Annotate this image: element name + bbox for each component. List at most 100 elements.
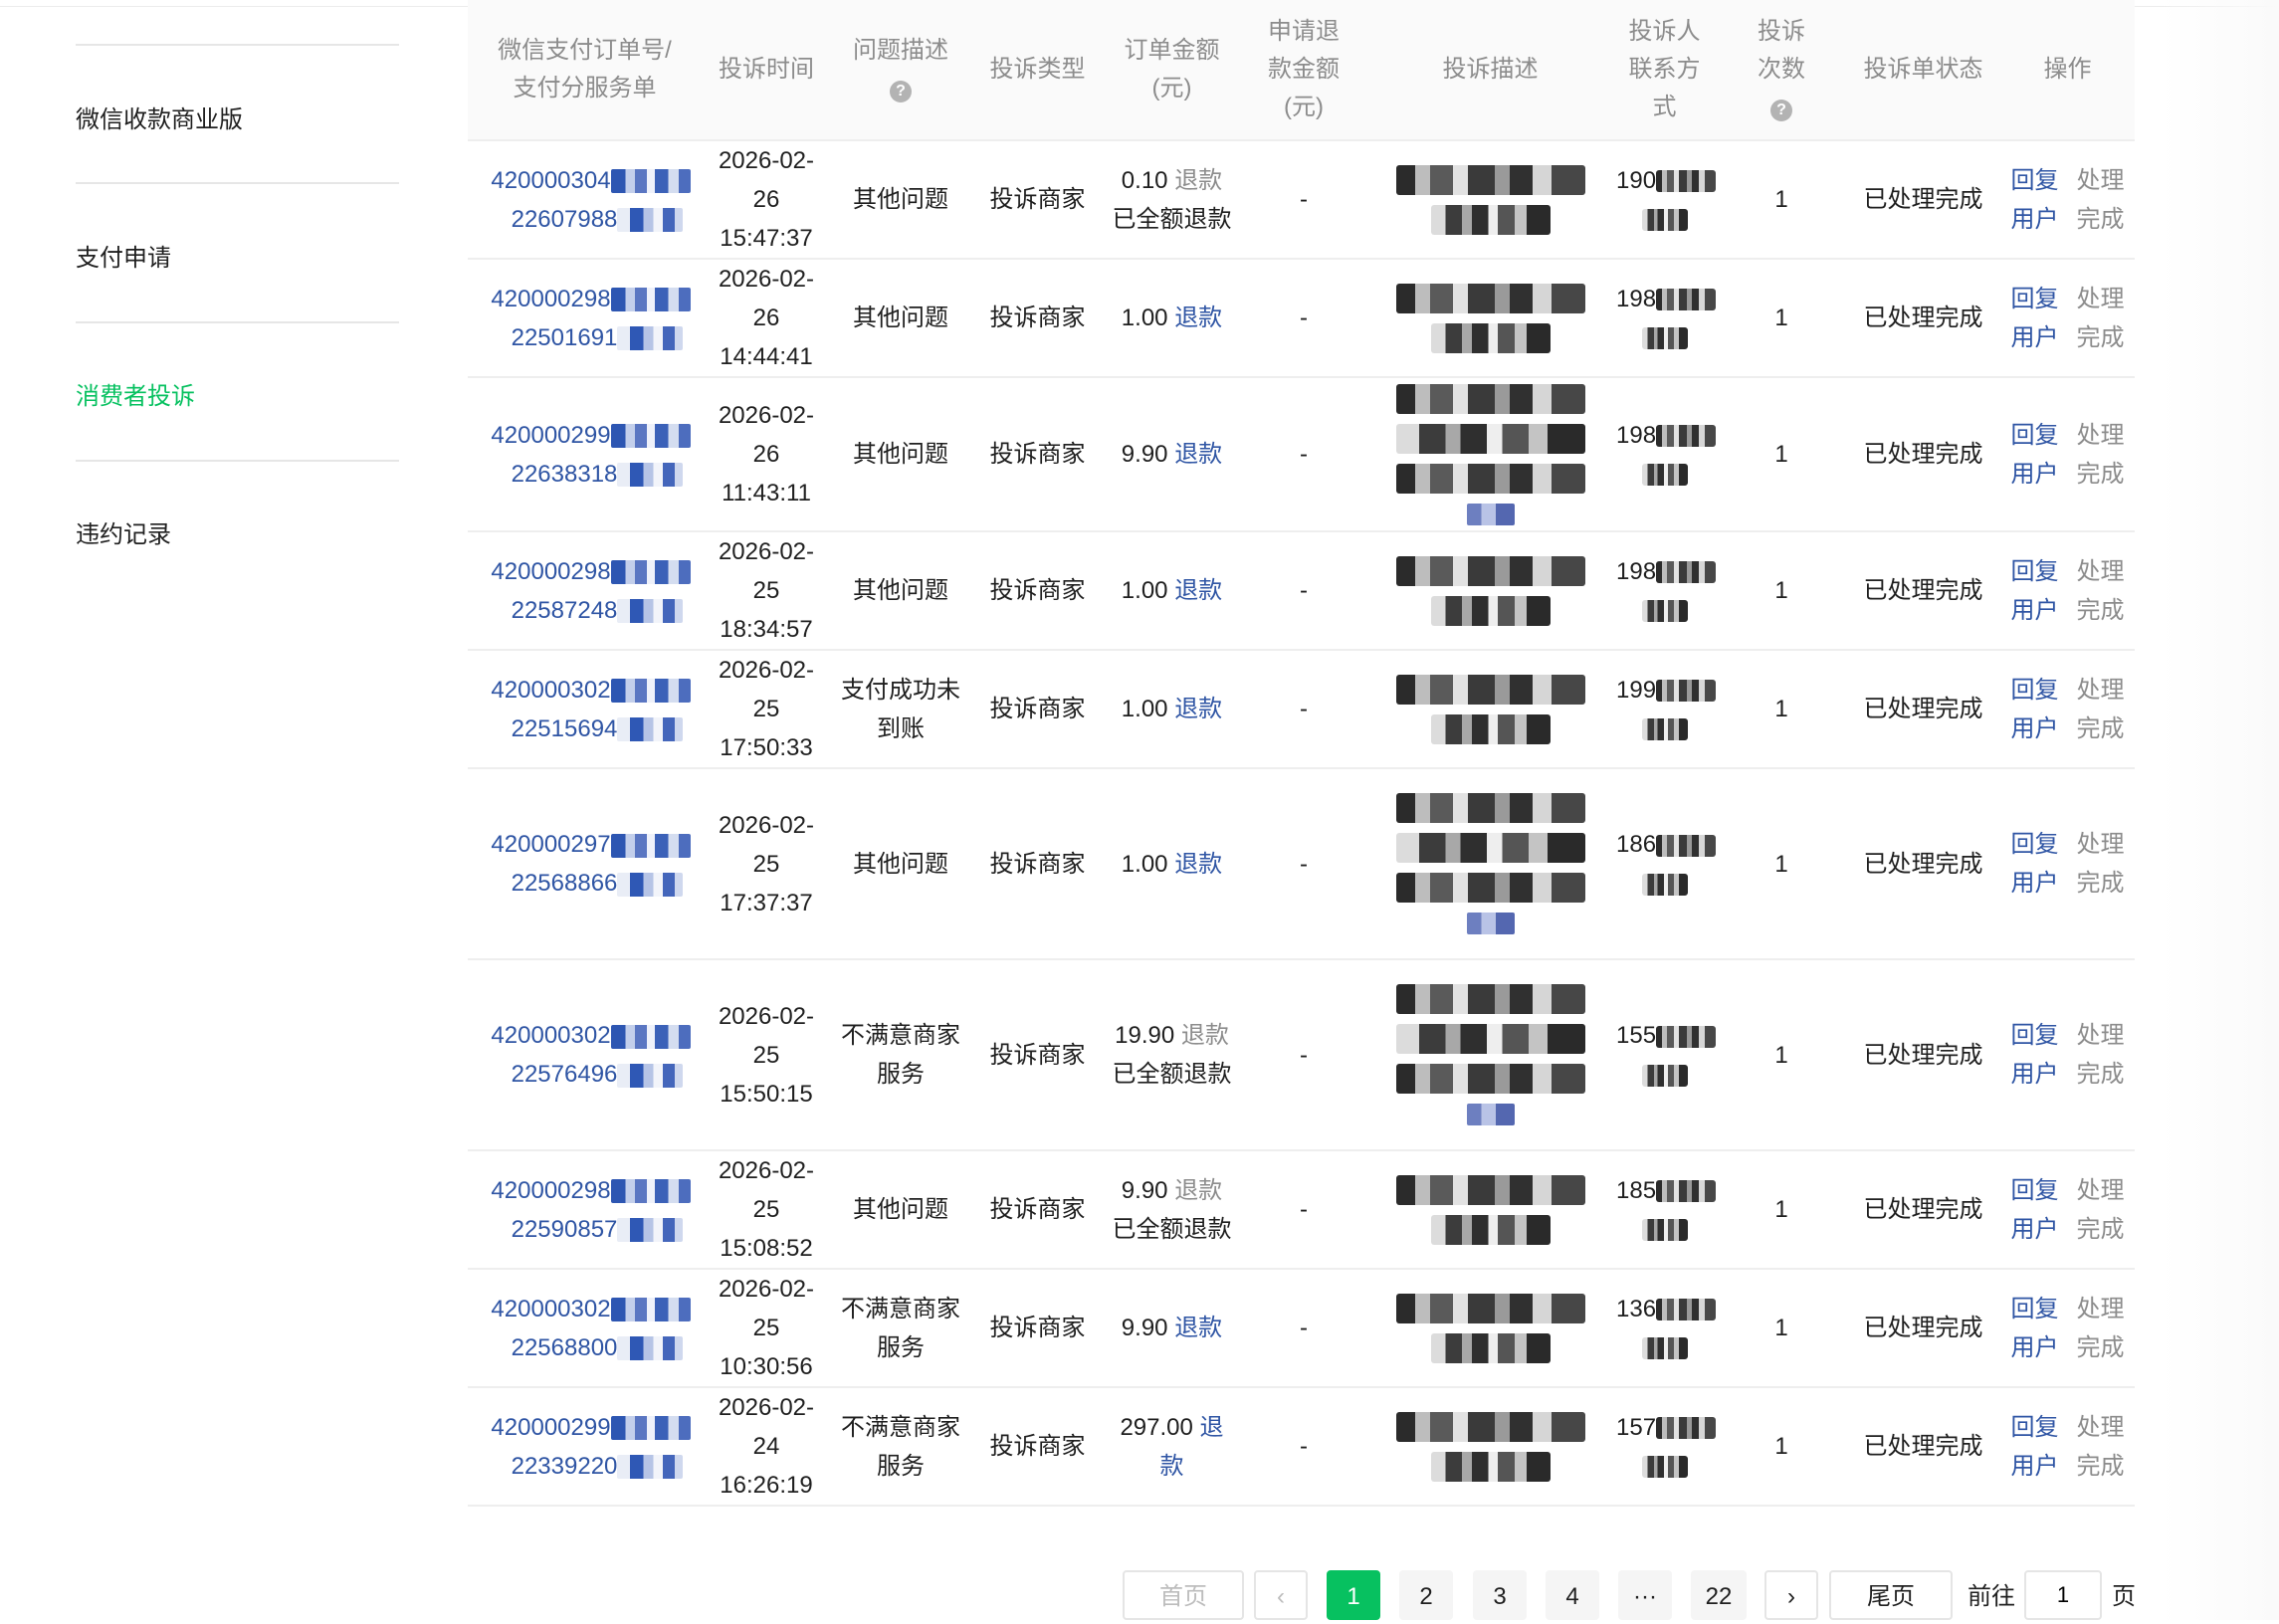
service-id-link[interactable]: 22339220 [512, 1453, 618, 1480]
reply-user-button[interactable]: 用户 [2011, 870, 2059, 897]
reply-user-button[interactable]: 回复 [2011, 1414, 2059, 1441]
order-id-link[interactable]: 420000304 [491, 167, 610, 194]
order-id-link[interactable]: 420000302 [491, 1296, 610, 1322]
order-id-link[interactable]: 420000298 [491, 558, 610, 585]
redacted-description [1395, 1024, 1585, 1054]
refund-link[interactable]: 退款 [1174, 304, 1222, 331]
pagination-first-button[interactable]: 首页 [1123, 1570, 1244, 1620]
pagination-ellipsis[interactable]: ··· [1618, 1570, 1672, 1620]
service-id-link[interactable]: 22638318 [512, 461, 618, 488]
sidebar-item-wechat-pay-business[interactable]: 微信收款商业版 [76, 100, 243, 134]
order-id-link[interactable]: 420000298 [491, 286, 610, 312]
refund-request-cell: - [1239, 376, 1368, 531]
reply-user-button[interactable]: 用户 [2011, 324, 2059, 351]
order-id-link[interactable]: 420000297 [491, 831, 610, 858]
order-id-link[interactable]: 420000299 [491, 422, 610, 449]
pagination-last-button[interactable]: 尾页 [1829, 1570, 1953, 1620]
mark-done-button[interactable]: 处理 [2077, 422, 2125, 449]
refund-link[interactable]: 退款 [1174, 441, 1222, 468]
mark-done-button[interactable]: 处理 [2077, 1414, 2125, 1441]
reply-user-button[interactable]: 回复 [2011, 677, 2059, 704]
order-id-link[interactable]: 420000298 [491, 1177, 610, 1204]
pagination-page-1[interactable]: 1 [1327, 1570, 1380, 1620]
header-complaint-type: 投诉类型 [970, 0, 1105, 140]
mark-done-button[interactable]: 处理 [2077, 1022, 2125, 1049]
mark-done-button[interactable]: 完成 [2077, 1453, 2125, 1480]
mark-done-button[interactable]: 完成 [2077, 1216, 2125, 1243]
reply-user-button[interactable]: 用户 [2011, 1334, 2059, 1361]
pagination-prev-button[interactable]: ‹ [1254, 1570, 1308, 1620]
phone-prefix: 198 [1616, 421, 1657, 449]
pagination-page-2[interactable]: 2 [1399, 1570, 1453, 1620]
mark-done-button[interactable]: 完成 [2077, 206, 2125, 233]
reply-user-button[interactable]: 回复 [2011, 831, 2059, 858]
refund-link[interactable]: 退款 [1174, 577, 1222, 604]
pagination-page-4[interactable]: 4 [1546, 1570, 1599, 1620]
mark-done-button[interactable]: 处理 [2077, 286, 2125, 312]
service-id-link[interactable]: 22568800 [512, 1334, 618, 1361]
sidebar-item-violation-records[interactable]: 违约记录 [76, 514, 171, 549]
table-header-row: 微信支付订单号/支付分服务单 投诉时间 问题描述? 投诉类型 订单金额 (元) 申… [468, 0, 2135, 140]
mark-done-button[interactable]: 完成 [2077, 597, 2125, 624]
reply-user-button[interactable]: 用户 [2011, 206, 2059, 233]
status-cell: 已处理完成 [1846, 1149, 2000, 1269]
mark-done-button[interactable]: 处理 [2077, 167, 2125, 194]
complaint-count-cell: 1 [1717, 767, 1846, 959]
reply-user-button[interactable]: 用户 [2011, 715, 2059, 742]
service-id-link[interactable]: 22515694 [512, 715, 618, 742]
sidebar-item-payment-apply[interactable]: 支付申请 [76, 238, 171, 273]
refund-link[interactable]: 退款 [1174, 851, 1222, 878]
status-cell: 已处理完成 [1846, 139, 2000, 259]
redacted-phone [1641, 1064, 1688, 1087]
mark-done-button[interactable]: 完成 [2077, 1061, 2125, 1088]
order-id-link[interactable]: 420000302 [491, 677, 610, 704]
reply-user-button[interactable]: 用户 [2011, 461, 2059, 488]
goto-page-input[interactable] [2024, 1570, 2102, 1620]
reply-user-button[interactable]: 回复 [2011, 167, 2059, 194]
reply-user-button[interactable]: 回复 [2011, 1296, 2059, 1322]
mark-done-button[interactable]: 完成 [2077, 461, 2125, 488]
service-id-link[interactable]: 22501691 [512, 324, 618, 351]
order-id-link[interactable]: 420000302 [491, 1022, 610, 1049]
mark-done-button[interactable]: 完成 [2077, 870, 2125, 897]
reply-user-button[interactable]: 回复 [2011, 1022, 2059, 1049]
complaint-time-cell: 2026-02-25 17:37:37 [702, 767, 831, 959]
service-id-link[interactable]: 22576496 [512, 1061, 618, 1088]
refund-link[interactable]: 退款 [1174, 696, 1222, 722]
refund-link[interactable]: 退款 [1174, 1177, 1222, 1204]
service-id-link[interactable]: 22568866 [512, 870, 618, 897]
mark-done-button[interactable]: 完成 [2077, 715, 2125, 742]
pagination-page-3[interactable]: 3 [1473, 1570, 1527, 1620]
help-icon[interactable]: ? [890, 81, 912, 102]
refund-request-cell: - [1239, 1268, 1368, 1387]
mark-done-button[interactable]: 完成 [2077, 1334, 2125, 1361]
service-id-link[interactable]: 22607988 [512, 206, 618, 233]
pagination-page-22[interactable]: 22 [1691, 1570, 1747, 1620]
order-amount-cell: 9.90 退款 [1105, 376, 1239, 531]
sidebar-item-consumer-complaints[interactable]: 消费者投诉 [76, 376, 195, 411]
mark-done-button[interactable]: 处理 [2077, 1296, 2125, 1322]
reply-user-button[interactable]: 回复 [2011, 558, 2059, 585]
reply-user-button[interactable]: 用户 [2011, 1216, 2059, 1243]
complaint-type-cell: 投诉商家 [970, 1149, 1105, 1269]
refund-link[interactable]: 退款 [1181, 1022, 1229, 1049]
order-id-link[interactable]: 420000299 [491, 1414, 610, 1441]
pagination-next-button[interactable]: › [1764, 1570, 1818, 1620]
reply-user-button[interactable]: 用户 [2011, 1453, 2059, 1480]
reply-user-button[interactable]: 回复 [2011, 422, 2059, 449]
mark-done-button[interactable]: 处理 [2077, 677, 2125, 704]
refund-link[interactable]: 退款 [1174, 167, 1222, 194]
reply-user-button[interactable]: 用户 [2011, 1061, 2059, 1088]
reply-user-button[interactable]: 回复 [2011, 286, 2059, 312]
service-id-link[interactable]: 22587248 [512, 597, 618, 624]
refund-link[interactable]: 退款 [1174, 1315, 1222, 1341]
mark-done-button[interactable]: 完成 [2077, 324, 2125, 351]
mark-done-button[interactable]: 处理 [2077, 558, 2125, 585]
reply-user-button[interactable]: 回复 [2011, 1177, 2059, 1204]
mark-done-button[interactable]: 处理 [2077, 1177, 2125, 1204]
mark-done-button[interactable]: 处理 [2077, 831, 2125, 858]
amount-value: 9.90 [1121, 441, 1168, 468]
service-id-link[interactable]: 22590857 [512, 1216, 618, 1243]
help-icon[interactable]: ? [1770, 100, 1792, 121]
reply-user-button[interactable]: 用户 [2011, 597, 2059, 624]
